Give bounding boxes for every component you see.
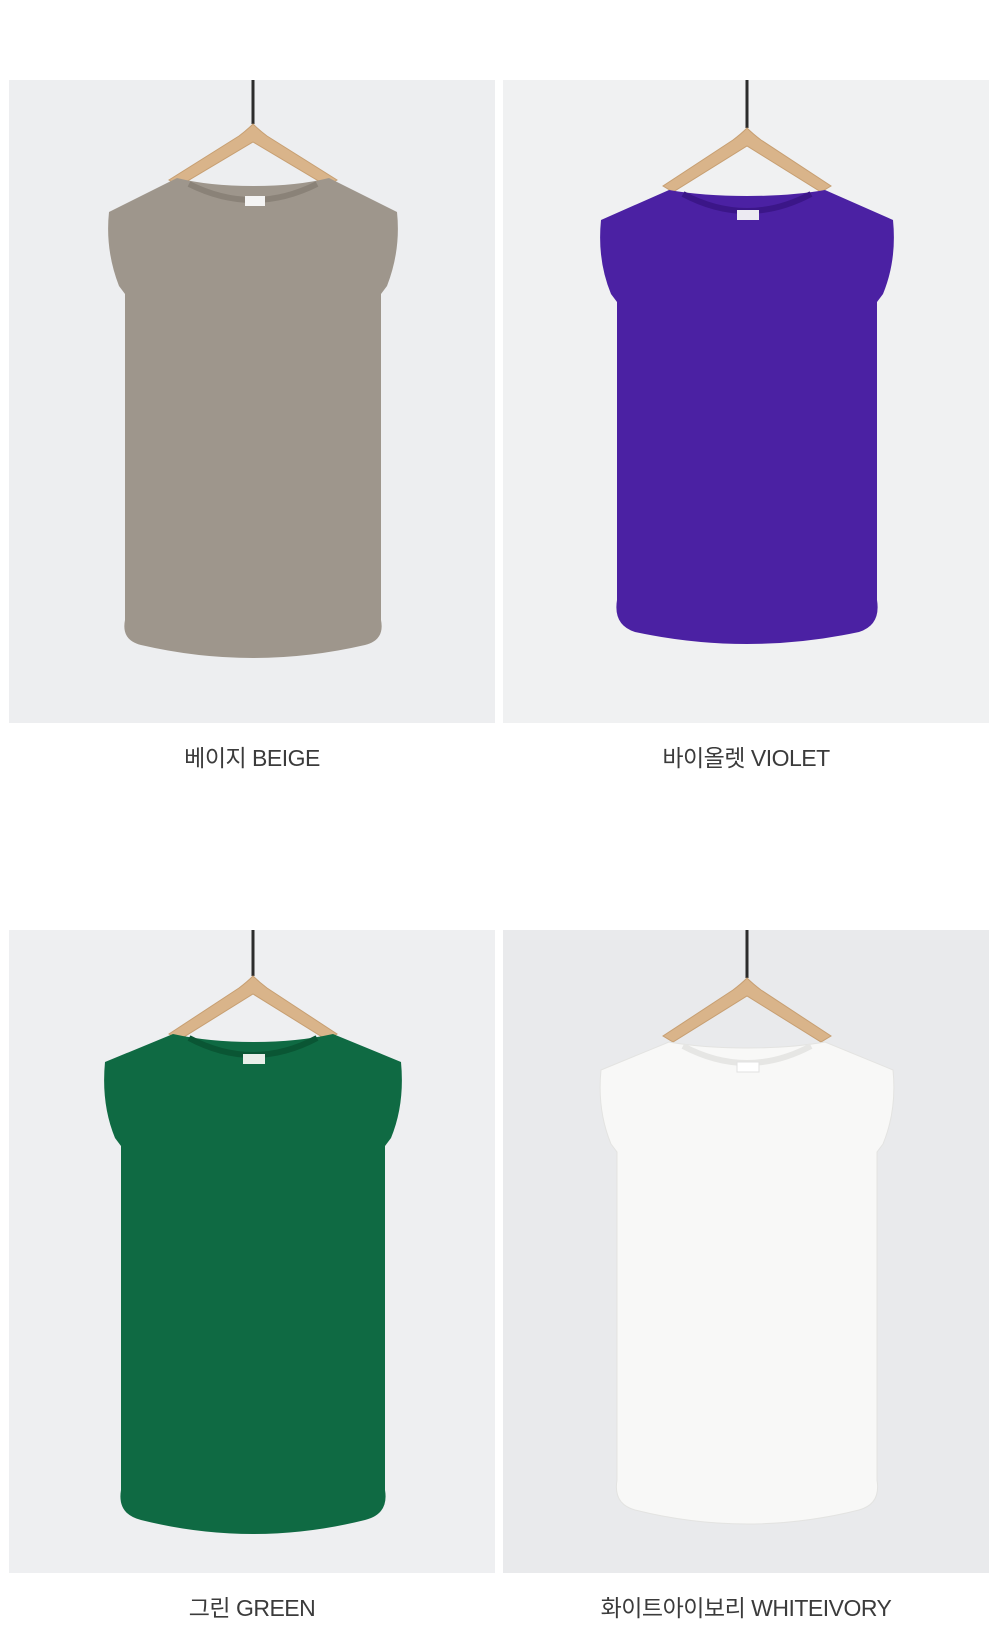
product-label-white-ivory: 화이트아이보리 WHITEIVORY	[600, 1595, 892, 1621]
product-label-beige: 베이지 BEIGE	[184, 745, 320, 771]
product-label-violet: 바이올렛 VIOLET	[662, 745, 830, 771]
tshirt-violet-image	[503, 80, 989, 723]
tshirt-tag	[243, 1054, 265, 1064]
product-photo-violet	[503, 80, 989, 723]
tshirt-tag	[245, 196, 265, 206]
product-photo-white-ivory	[503, 930, 989, 1573]
tshirt-shape	[108, 178, 398, 658]
tshirt-beige-image	[9, 80, 495, 723]
tshirt-shape	[600, 190, 894, 644]
tshirt-shape	[104, 1034, 402, 1534]
product-label-green: 그린 GREEN	[188, 1595, 316, 1621]
product-photo-beige	[9, 80, 495, 723]
tshirt-tag	[736, 1061, 760, 1073]
tshirt-tag	[737, 210, 759, 220]
tshirt-white-ivory-image	[503, 930, 989, 1573]
tshirt-shape	[599, 1041, 895, 1525]
product-photo-green	[9, 930, 495, 1573]
tshirt-green-image	[9, 930, 495, 1573]
